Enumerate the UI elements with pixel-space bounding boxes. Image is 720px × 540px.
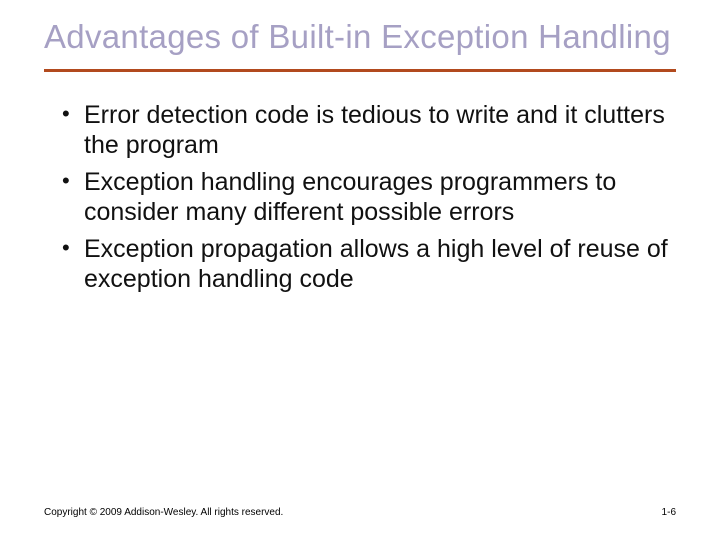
copyright-text: Copyright © 2009 Addison-Wesley. All rig… bbox=[44, 507, 283, 518]
slide-title: Advantages of Built-in Exception Handlin… bbox=[44, 18, 676, 57]
page-number: 1-6 bbox=[662, 507, 676, 518]
list-item: Exception propagation allows a high leve… bbox=[62, 234, 672, 295]
title-divider bbox=[44, 69, 676, 72]
footer: Copyright © 2009 Addison-Wesley. All rig… bbox=[44, 507, 676, 518]
list-item: Exception handling encourages programmer… bbox=[62, 167, 672, 228]
bullet-list: Error detection code is tedious to write… bbox=[44, 100, 676, 295]
slide: Advantages of Built-in Exception Handlin… bbox=[0, 0, 720, 540]
list-item: Error detection code is tedious to write… bbox=[62, 100, 672, 161]
